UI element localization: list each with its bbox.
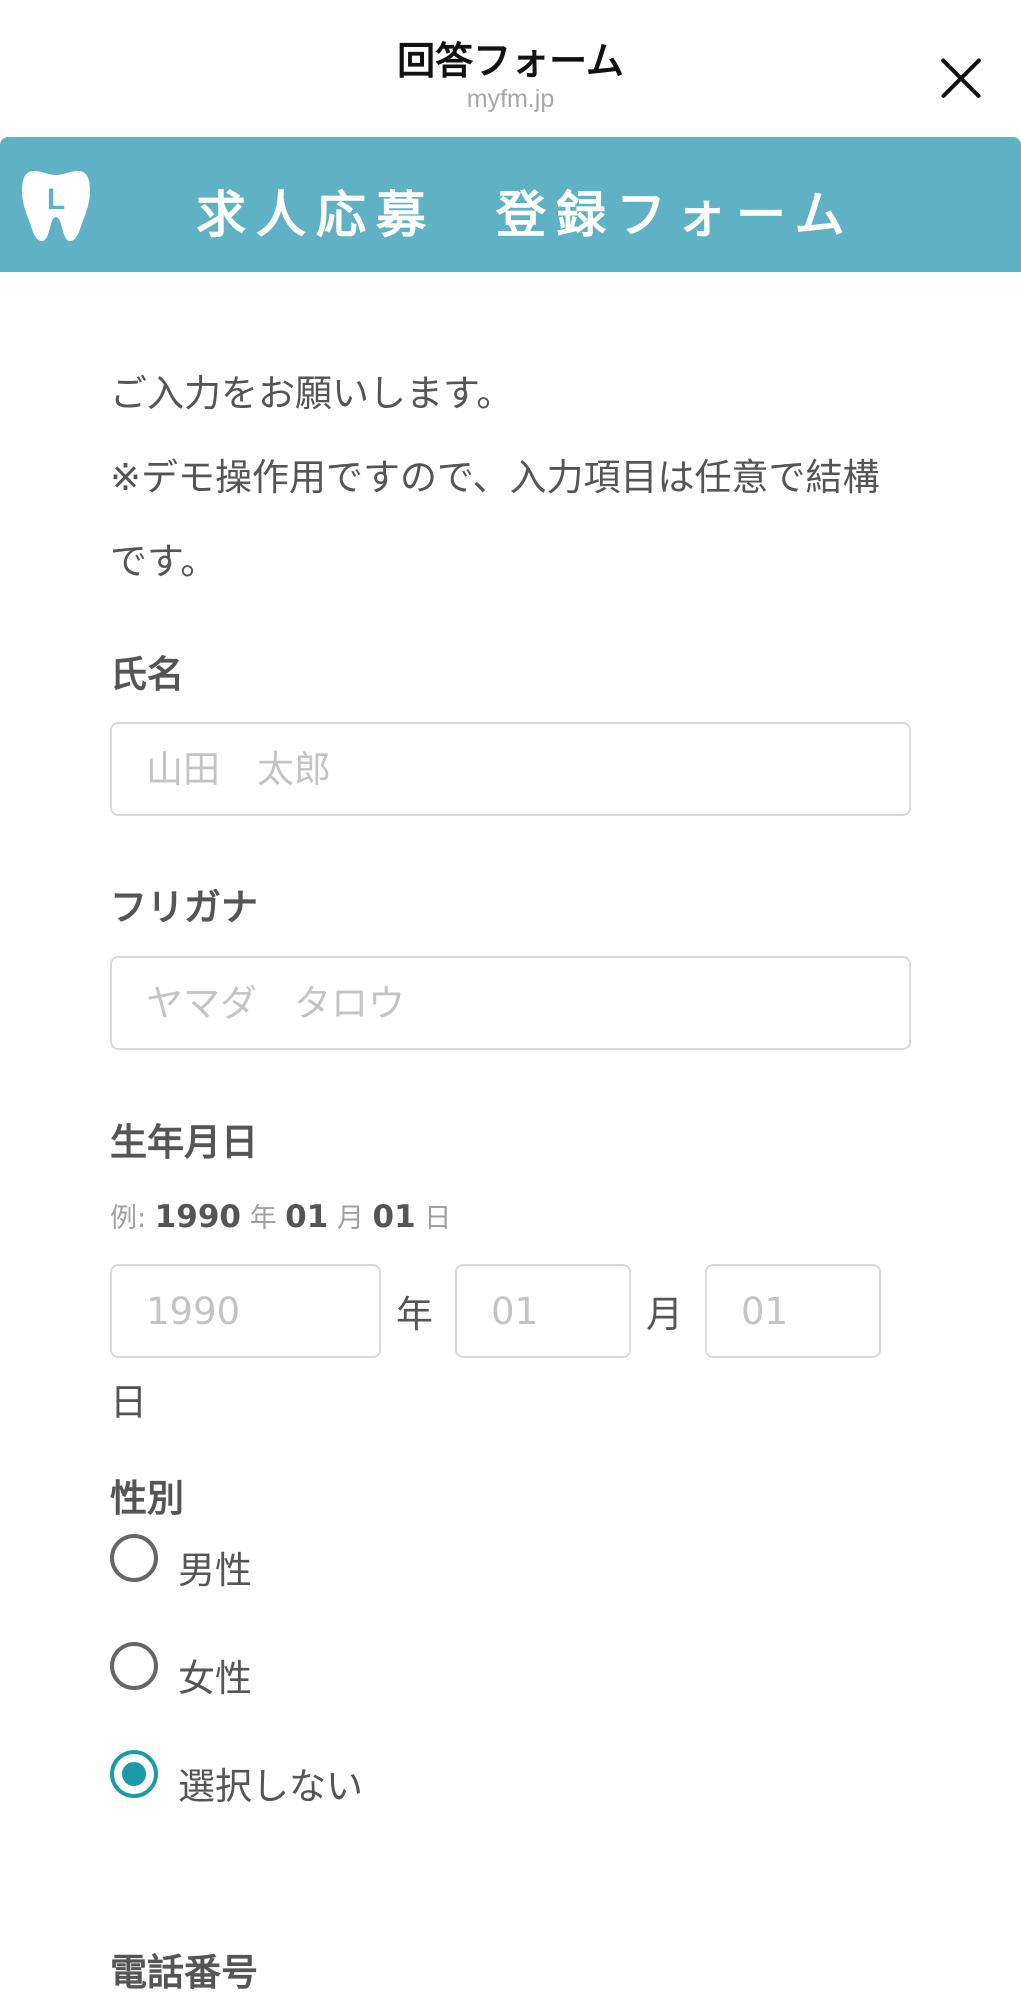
example-month-unit: 月 [336,1203,364,1234]
name-input[interactable] [110,722,911,816]
close-icon[interactable] [935,52,987,104]
example-prefix: 例: [110,1203,147,1234]
birth-month-unit: 月 [646,1293,683,1336]
example-month: 01 [285,1199,329,1235]
name-label: 氏名 [110,653,184,696]
phone-label: 電話番号 [110,1951,258,1994]
gender-option-none[interactable]: 選択しない [110,1750,610,1808]
example-year-unit: 年 [249,1203,277,1234]
page-domain: myfm.jp [466,85,555,113]
furigana-input[interactable] [110,956,911,1050]
birth-day-input[interactable] [705,1264,881,1358]
furigana-label: フリガナ [110,886,258,929]
example-year: 1990 [154,1199,241,1235]
intro-line-1: ご入力をお願いします。 [110,372,514,415]
gender-option-male[interactable]: 男性 [110,1534,610,1592]
form-banner: L 求人応募 登録フォーム [0,137,1021,272]
gender-option-label: 女性 [178,1657,252,1700]
intro-line-2: ※デモ操作用ですので、入力項目は任意で結構です。 [110,456,880,583]
radio-female[interactable] [110,1642,158,1690]
birth-day-unit: 日 [110,1381,147,1424]
example-day-unit: 日 [424,1203,452,1234]
gender-option-female[interactable]: 女性 [110,1642,610,1700]
radio-none-selected[interactable] [110,1750,158,1798]
birthdate-example: 例: 1990 年 01 月 01 日 [110,1196,451,1235]
radio-male[interactable] [110,1534,158,1582]
page-title: 回答フォーム [397,39,624,83]
top-bar: 回答フォーム myfm.jp [0,0,1021,137]
birth-year-unit: 年 [396,1293,433,1336]
logo-letter: L [47,183,65,216]
birth-month-input[interactable] [455,1264,631,1358]
birth-year-input[interactable] [110,1264,381,1358]
gender-label: 性別 [110,1477,184,1520]
example-day: 01 [372,1199,416,1235]
gender-option-label: 選択しない [178,1765,363,1808]
birthdate-label: 生年月日 [110,1121,258,1164]
banner-title: 求人応募 登録フォーム [196,186,855,244]
intro-text: ご入力をお願いします。 ※デモ操作用ですので、入力項目は任意で結構です。 [110,352,910,604]
gender-option-label: 男性 [178,1549,252,1592]
tooth-logo-icon: L [22,171,90,241]
